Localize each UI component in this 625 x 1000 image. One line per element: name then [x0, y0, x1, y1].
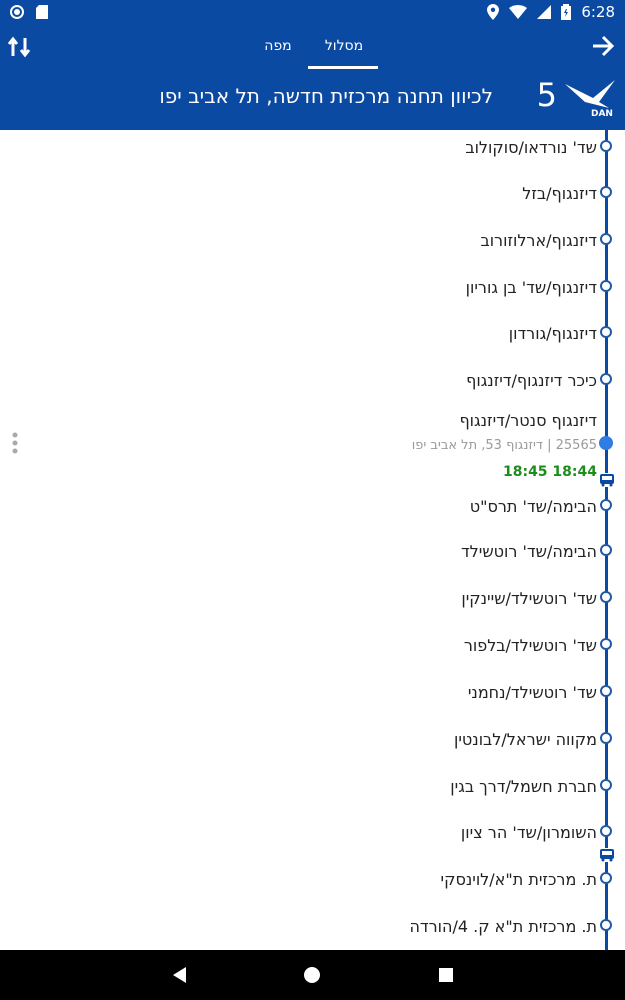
recents-nav-icon[interactable] [436, 965, 456, 985]
stop-node [600, 732, 612, 744]
stop-item[interactable]: דיזנגוף/גורדון [509, 324, 597, 343]
route-direction-title: לכיוון תחנה מרכזית חדשה, תל אביב יפו [159, 84, 493, 108]
selected-stop-node [599, 436, 613, 450]
stop-item[interactable]: שד' רוטשילד/שיינקין [461, 589, 597, 608]
stop-item[interactable]: השומרון/שד' הר ציון [461, 823, 597, 842]
route-number: 5 [536, 76, 557, 114]
stop-item[interactable]: שד' רוטשילד/נחמני [468, 683, 597, 702]
arrival-times: 18:45 18:44 [502, 464, 597, 480]
system-nav-bar [0, 950, 625, 1000]
clock: 6:28 [581, 3, 615, 21]
stop-node [600, 233, 612, 245]
stop-node [600, 872, 612, 884]
battery-icon [561, 4, 572, 20]
tab-map[interactable]: מפה [258, 38, 298, 54]
location-icon [487, 4, 500, 20]
stop-node [600, 779, 612, 791]
stop-item[interactable]: דיזנגוף/בזל [522, 184, 597, 203]
stop-item[interactable]: ת. מרכזית ת"א ק. 4/הורדה [409, 917, 597, 936]
stop-item[interactable]: כיכר דיזנגוף/דיזנגוף [466, 371, 597, 390]
stop-node [600, 326, 612, 338]
stop-node [600, 373, 612, 385]
stop-item[interactable]: דיזנגוף/ארלוזורוב [480, 231, 597, 250]
status-bar: 6:28 [0, 0, 625, 26]
back-arrow-icon[interactable] [591, 34, 615, 58]
stop-item[interactable]: הבימה/שד' תרס"ט [470, 497, 597, 516]
stop-node [600, 280, 612, 292]
stop-item[interactable]: חברת חשמל/דרך בגין [450, 777, 597, 796]
dan-logo-icon: DAN [565, 80, 615, 118]
stop-node [600, 186, 612, 198]
home-nav-icon[interactable] [302, 965, 322, 985]
route-list: שד' נורדאו/סוקולוב דיזנגוף/בזל דיזנגוף/א… [0, 130, 625, 950]
bus-icon [598, 473, 616, 487]
stop-item[interactable]: דיזנגוף/שד' בן גוריון [466, 278, 597, 297]
svg-text:DAN: DAN [591, 109, 613, 118]
stop-node [600, 499, 612, 511]
stop-node [600, 685, 612, 697]
stop-item[interactable]: שד' רוטשילד/בלפור [464, 636, 597, 655]
tab-bar: מפה מסלול [0, 32, 625, 69]
stop-item[interactable]: הבימה/שד' רוטשילד [461, 542, 597, 561]
stop-node [600, 591, 612, 603]
tab-route[interactable]: מסלול [310, 38, 378, 54]
bus-icon [598, 848, 616, 862]
stop-item[interactable]: ת. מרכזית ת"א/לוינסקי [441, 870, 597, 889]
stop-node [600, 825, 612, 837]
stop-item[interactable]: מקווה ישראל/לבונטין [454, 730, 597, 749]
stop-node [600, 638, 612, 650]
stop-node [600, 140, 612, 152]
sd-card-icon [36, 5, 48, 19]
stop-node [600, 919, 612, 931]
tab-indicator [308, 66, 378, 69]
wifi-icon [509, 5, 528, 19]
stop-node [600, 544, 612, 556]
notification-circle-icon [10, 5, 24, 19]
more-options-icon[interactable] [12, 432, 18, 454]
app-bar: מפה מסלול לכיוון תחנה מרכזית חדשה, תל אב… [0, 26, 625, 130]
stop-item[interactable]: שד' נורדאו/סוקולוב [465, 138, 597, 157]
selected-stop-detail: 25565 | דיזנגוף 53, תל אביב יפו [411, 438, 597, 453]
selected-stop-name[interactable]: דיזנגוף סנטר/דיזנגוף [459, 411, 597, 430]
signal-icon [537, 5, 552, 19]
back-nav-icon[interactable] [170, 965, 190, 985]
